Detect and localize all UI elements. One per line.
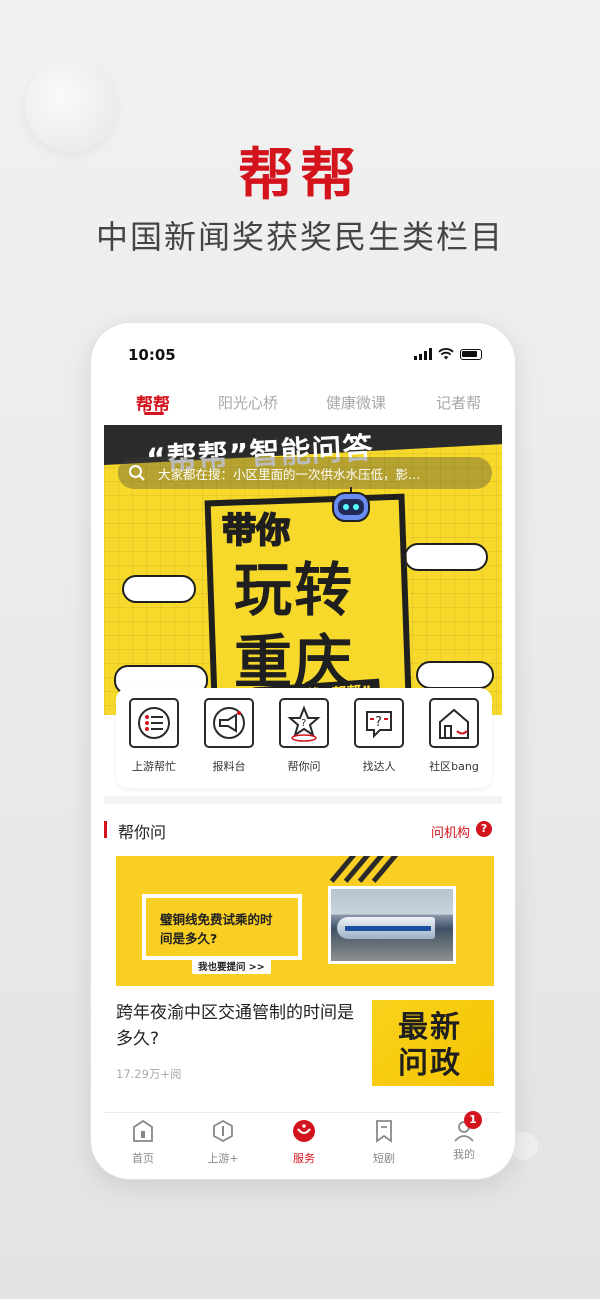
service-label: 社区bang bbox=[429, 760, 479, 773]
nav-shangyou-plus[interactable]: 上游+ bbox=[193, 1119, 253, 1166]
news-read-count: 17.29万+阅 bbox=[116, 1067, 182, 1081]
nav-label: 服务 bbox=[293, 1152, 315, 1165]
cloud-decoration bbox=[122, 575, 196, 603]
hexagon-icon bbox=[213, 1119, 233, 1143]
train-photo bbox=[328, 886, 456, 964]
svg-text:?: ? bbox=[375, 715, 382, 730]
notification-badge: 1 bbox=[464, 1111, 482, 1129]
service-label: 帮你问 bbox=[287, 760, 321, 773]
banner-question: 璧铜线免费试乘的时间是多久? bbox=[160, 912, 273, 946]
tab-yangguangxinqiao[interactable]: 阳光心桥 bbox=[218, 392, 278, 413]
cloud-decoration bbox=[416, 661, 494, 689]
robot-icon bbox=[332, 487, 370, 522]
tab-jiankangweike[interactable]: 健康微课 bbox=[326, 392, 386, 413]
nav-home[interactable]: 首页 bbox=[113, 1119, 173, 1166]
news-thumbnail: 最新问政 bbox=[372, 1000, 494, 1086]
hero-banner[interactable]: “帮帮”智能问答 带你 玩转 重庆 大家都在搜：小区里面的一次供水水压低，影… bbox=[104, 425, 502, 715]
ask-question-button[interactable]: 我也要提问 >> bbox=[192, 958, 271, 974]
service-shangyoubangmang[interactable]: 上游帮忙 bbox=[124, 698, 184, 774]
active-tab-indicator bbox=[144, 412, 164, 415]
status-time: 10:05 bbox=[128, 346, 176, 364]
service-grid: 上游帮忙 报料台 ? 帮你问 ? 找达人 社区bang bbox=[116, 688, 492, 788]
service-zhaodaren[interactable]: ? 找达人 bbox=[349, 698, 409, 774]
cloud-decoration bbox=[404, 543, 488, 571]
promo-title: 帮帮 bbox=[238, 142, 362, 208]
promo-subtitle: 中国新闻奖获奖民生类栏目 bbox=[95, 218, 504, 256]
nav-label: 短剧 bbox=[373, 1152, 395, 1165]
service-label: 上游帮忙 bbox=[132, 760, 176, 773]
nav-label: 上游+ bbox=[207, 1152, 239, 1165]
service-baoliaotai[interactable]: 报料台 bbox=[199, 698, 259, 774]
search-placeholder: 大家都在搜：小区里面的一次供水水压低，影… bbox=[158, 467, 421, 482]
wifi-icon bbox=[438, 348, 454, 360]
service-icon bbox=[293, 1120, 315, 1142]
section-title: 帮你问 bbox=[118, 823, 167, 842]
community-house-icon bbox=[429, 698, 479, 748]
tab-jizhebang[interactable]: 记者帮 bbox=[436, 392, 481, 413]
service-label: 找达人 bbox=[362, 760, 396, 773]
phone-frame: 10:05 帮帮 阳光心桥 健康微课 记者帮 “帮帮”智能问答 带你 玩转 重庆… bbox=[90, 322, 516, 1180]
nav-duanju[interactable]: 短剧 bbox=[354, 1119, 414, 1166]
top-tabs: 帮帮 阳光心桥 健康微课 记者帮 bbox=[104, 384, 502, 424]
section-divider bbox=[104, 796, 502, 804]
question-star-icon: ? bbox=[279, 698, 329, 748]
nav-label: 首页 bbox=[132, 1152, 154, 1165]
bookmark-icon bbox=[376, 1120, 392, 1143]
app-screen: 10:05 帮帮 阳光心桥 健康微课 记者帮 “帮帮”智能问答 带你 玩转 重庆… bbox=[104, 336, 502, 1166]
hero-search-bar[interactable]: 大家都在搜：小区里面的一次供水水压低，影… bbox=[118, 457, 492, 489]
ask-institution-link[interactable]: 问机构 bbox=[431, 822, 470, 841]
train-image bbox=[337, 917, 435, 939]
section-accent-bar bbox=[104, 821, 107, 838]
chat-question-icon: ? bbox=[354, 698, 404, 748]
news-title: 跨年夜渝中区交通管制的时间是多久? bbox=[116, 1003, 354, 1049]
question-banner[interactable]: 璧铜线免费试乘的时间是多久? 我也要提问 >> bbox=[116, 856, 494, 986]
service-label: 报料台 bbox=[212, 760, 246, 773]
nav-service[interactable]: 服务 bbox=[274, 1119, 334, 1166]
news-item[interactable]: 跨年夜渝中区交通管制的时间是多久? 17.29万+阅 最新问政 bbox=[116, 996, 494, 1096]
bottom-navigation: 首页 上游+ 服务 短剧 1 我的 bbox=[104, 1111, 502, 1166]
megaphone-icon bbox=[204, 698, 254, 748]
search-icon bbox=[129, 465, 145, 481]
list-icon bbox=[129, 698, 179, 748]
signal-icon bbox=[414, 348, 432, 360]
nav-label: 我的 bbox=[453, 1148, 475, 1161]
section-header: 帮你问 问机构 ? bbox=[104, 816, 502, 846]
service-bangniwen[interactable]: ? 帮你问 bbox=[274, 698, 334, 774]
service-shequbang[interactable]: 社区bang bbox=[424, 698, 484, 774]
thumbnail-text: 最新问政 bbox=[398, 1010, 462, 1081]
svg-text:?: ? bbox=[301, 718, 306, 729]
help-icon[interactable]: ? bbox=[476, 821, 492, 837]
home-icon bbox=[133, 1119, 153, 1142]
nav-mine[interactable]: 1 我的 bbox=[434, 1111, 494, 1162]
status-bar: 10:05 bbox=[104, 336, 502, 376]
battery-icon bbox=[460, 348, 482, 360]
